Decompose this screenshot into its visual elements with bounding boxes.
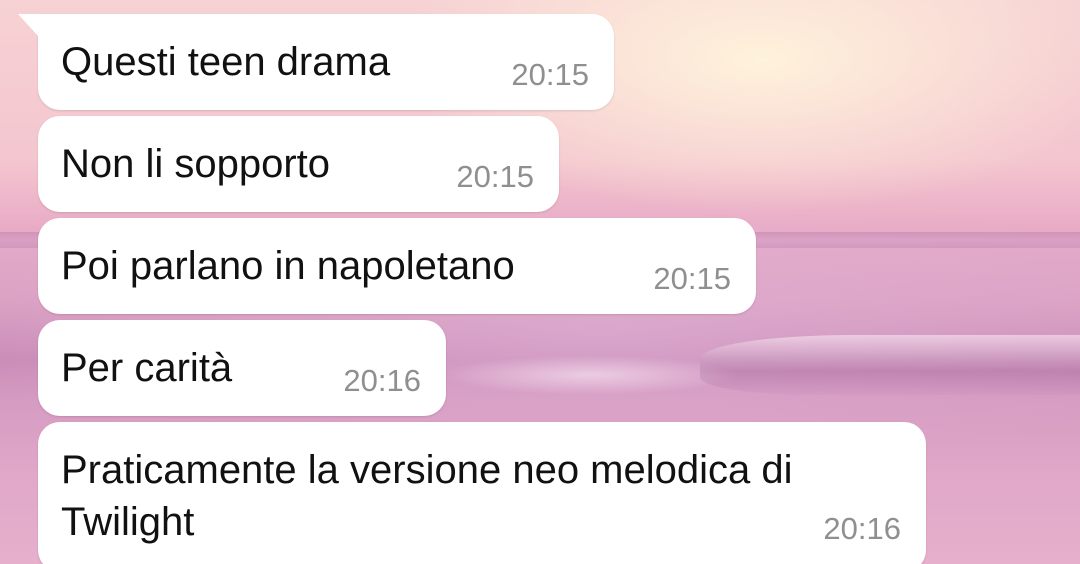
message-timestamp: 20:16 xyxy=(343,363,421,398)
message-text: Poi parlano in napoletano xyxy=(61,244,515,288)
message-timestamp: 20:15 xyxy=(456,159,534,194)
message-timestamp: 20:16 xyxy=(823,511,901,546)
message-bubble[interactable]: Non li sopporto 20:15 xyxy=(38,116,559,212)
bubble-tail-icon xyxy=(18,14,38,36)
message-bubble[interactable]: Questi teen drama 20:15 xyxy=(18,14,614,110)
message-timestamp: 20:15 xyxy=(653,261,731,296)
message-bubble[interactable]: Per carità 20:16 xyxy=(38,320,446,416)
message-list[interactable]: Questi teen drama 20:15 Non li sopporto … xyxy=(0,0,1080,564)
message-text: Praticamente la versione neo melodica di… xyxy=(61,448,793,544)
message-bubble[interactable]: Poi parlano in napoletano 20:15 xyxy=(38,218,756,314)
message-bubble[interactable]: Praticamente la versione neo melodica di… xyxy=(38,422,926,564)
message-text: Questi teen drama xyxy=(61,40,391,84)
message-timestamp: 20:15 xyxy=(511,57,589,92)
message-text: Per carità xyxy=(61,346,233,390)
message-text: Non li sopporto xyxy=(61,142,331,186)
